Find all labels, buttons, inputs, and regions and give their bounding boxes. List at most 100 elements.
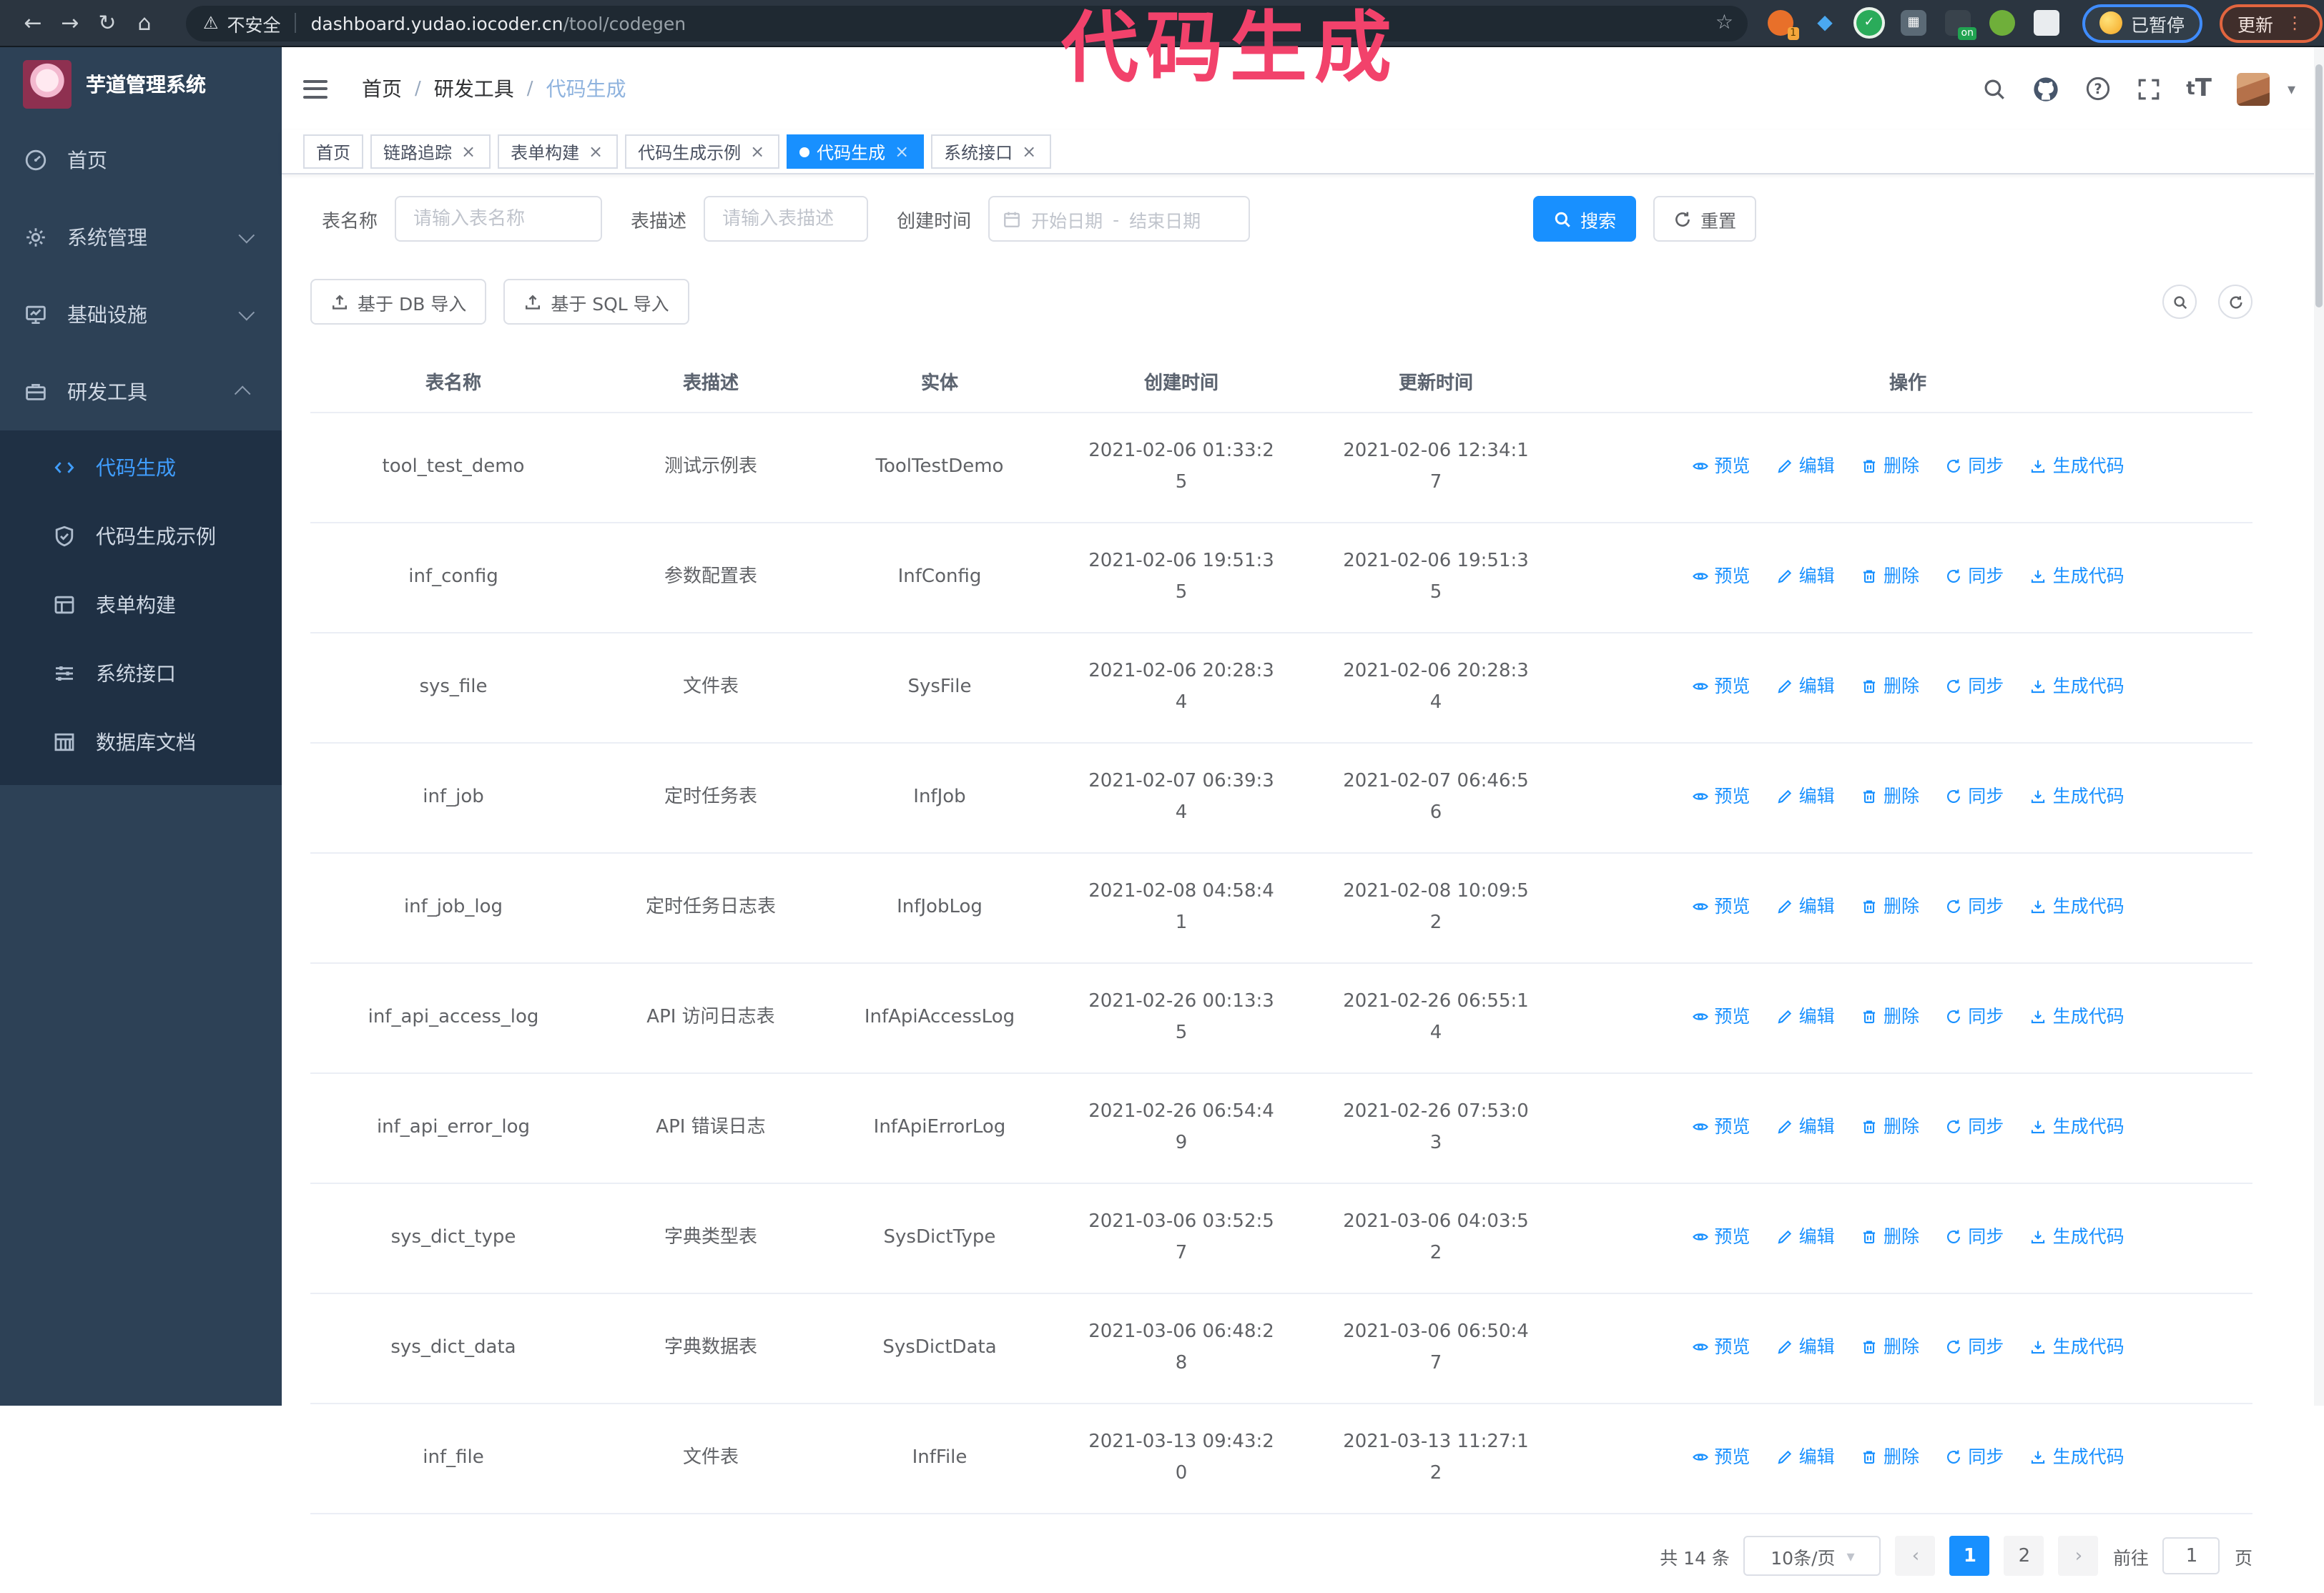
sync-button[interactable]: 同步 <box>1945 780 2004 812</box>
tab-form-builder[interactable]: 表单构建 <box>498 134 619 169</box>
sidebar-item-dev-tools[interactable]: 研发工具 <box>0 353 282 430</box>
sync-button[interactable]: 同步 <box>1945 1110 2004 1142</box>
page-2-button[interactable]: 2 <box>2004 1536 2044 1576</box>
table-desc-input[interactable] <box>704 196 869 242</box>
delete-button[interactable]: 删除 <box>1861 1220 1919 1252</box>
reload-icon[interactable]: ↻ <box>89 10 126 36</box>
bookmark-star-icon[interactable]: ☆ <box>1715 11 1733 34</box>
table-name-input[interactable] <box>395 196 603 242</box>
tab-home[interactable]: 首页 <box>303 134 364 169</box>
preview-button[interactable]: 预览 <box>1691 1441 1750 1472</box>
delete-button[interactable]: 删除 <box>1861 1331 1919 1362</box>
person-extension-icon[interactable] <box>1989 10 2015 36</box>
menu-fold-icon[interactable] <box>303 79 328 98</box>
forward-icon[interactable]: → <box>51 10 89 36</box>
generate-code-button[interactable]: 生成代码 <box>2030 560 2124 591</box>
import-db-button[interactable]: 基于 DB 导入 <box>310 279 487 325</box>
proxy-extension-icon[interactable]: on <box>1945 10 1976 40</box>
sync-button[interactable]: 同步 <box>1945 1441 2004 1472</box>
preview-button[interactable]: 预览 <box>1691 1000 1750 1032</box>
delete-button[interactable]: 删除 <box>1861 450 1919 481</box>
sync-button[interactable]: 同步 <box>1945 1220 2004 1252</box>
delete-button[interactable]: 删除 <box>1861 780 1919 812</box>
github-icon[interactable] <box>2032 75 2059 102</box>
edit-button[interactable]: 编辑 <box>1776 780 1835 812</box>
grid-extension-icon[interactable]: ▦ <box>1901 10 1926 36</box>
browser-profile-chip[interactable]: 已暂停 <box>2082 4 2202 42</box>
sidebar-logo-row[interactable]: 芋道管理系统 <box>0 47 282 122</box>
home-icon[interactable]: ⌂ <box>126 10 163 36</box>
preview-button[interactable]: 预览 <box>1691 670 1750 701</box>
tab-tracing[interactable]: 链路追踪 <box>370 134 491 169</box>
generate-code-button[interactable]: 生成代码 <box>2030 1441 2124 1472</box>
help-icon[interactable]: ? <box>2084 76 2110 102</box>
delete-button[interactable]: 删除 <box>1861 670 1919 701</box>
goto-page-input[interactable] <box>2162 1537 2220 1574</box>
generate-code-button[interactable]: 生成代码 <box>2030 670 2124 701</box>
edit-button[interactable]: 编辑 <box>1776 1000 1835 1032</box>
sidebar-item-form-builder[interactable]: 表单构建 <box>0 571 282 639</box>
edit-button[interactable]: 编辑 <box>1776 890 1835 922</box>
generate-code-button[interactable]: 生成代码 <box>2030 1220 2124 1252</box>
sidebar-item-system-api[interactable]: 系统接口 <box>0 639 282 708</box>
edit-button[interactable]: 编辑 <box>1776 450 1835 481</box>
font-size-icon[interactable]: tT <box>2186 74 2212 103</box>
generate-code-button[interactable]: 生成代码 <box>2030 1110 2124 1142</box>
sync-button[interactable]: 同步 <box>1945 1000 2004 1032</box>
preview-button[interactable]: 预览 <box>1691 1110 1750 1142</box>
sidebar-item-db-doc[interactable]: 数据库文档 <box>0 708 282 776</box>
edit-button[interactable]: 编辑 <box>1776 1331 1835 1362</box>
search-icon[interactable] <box>1981 77 2006 101</box>
generate-code-button[interactable]: 生成代码 <box>2030 780 2124 812</box>
edit-button[interactable]: 编辑 <box>1776 1441 1835 1472</box>
generate-code-button[interactable]: 生成代码 <box>2030 890 2124 922</box>
refresh-table-button[interactable] <box>2218 285 2252 319</box>
sync-button[interactable]: 同步 <box>1945 890 2004 922</box>
search-button[interactable]: 搜索 <box>1533 196 1637 242</box>
page-size-select[interactable]: 10条/页 ▾ <box>1743 1536 1881 1576</box>
browser-update-button[interactable]: 更新 ⋮ <box>2219 4 2323 42</box>
caret-down-icon[interactable]: ▾ <box>2288 79 2295 98</box>
close-icon[interactable] <box>892 142 911 161</box>
sidebar-item-codegen-example[interactable]: 代码生成示例 <box>0 502 282 571</box>
tab-codegen-example[interactable]: 代码生成示例 <box>625 134 780 169</box>
preview-button[interactable]: 预览 <box>1691 890 1750 922</box>
user-avatar[interactable] <box>2237 72 2270 105</box>
delete-button[interactable]: 删除 <box>1861 890 1919 922</box>
breadcrumb-dev-tools[interactable]: 研发工具 <box>434 74 514 103</box>
sync-button[interactable]: 同步 <box>1945 670 2004 701</box>
back-icon[interactable]: ← <box>14 10 51 36</box>
scrollbar-thumb[interactable] <box>2315 64 2323 307</box>
sidebar-item-codegen[interactable]: 代码生成 <box>0 433 282 502</box>
prev-page-button[interactable]: ‹ <box>1895 1536 1936 1576</box>
preview-button[interactable]: 预览 <box>1691 560 1750 591</box>
page-1-button[interactable]: 1 <box>1949 1536 1990 1576</box>
edit-button[interactable]: 编辑 <box>1776 1110 1835 1142</box>
edit-button[interactable]: 编辑 <box>1776 670 1835 701</box>
sidebar-item-infrastructure[interactable]: 基础设施 <box>0 276 282 353</box>
reset-button[interactable]: 重置 <box>1653 196 1757 242</box>
tab-codegen[interactable]: 代码生成 <box>787 134 925 169</box>
import-sql-button[interactable]: 基于 SQL 导入 <box>503 279 689 325</box>
generate-code-button[interactable]: 生成代码 <box>2030 1000 2124 1032</box>
delete-button[interactable]: 删除 <box>1861 1441 1919 1472</box>
edit-button[interactable]: 编辑 <box>1776 560 1835 591</box>
date-range-picker[interactable]: 开始日期 - 结束日期 <box>988 196 1251 242</box>
fullscreen-icon[interactable] <box>2136 77 2160 101</box>
check-extension-icon[interactable]: ✓ <box>1856 10 1882 36</box>
delete-button[interactable]: 删除 <box>1861 1000 1919 1032</box>
generate-code-button[interactable]: 生成代码 <box>2030 1331 2124 1362</box>
delete-button[interactable]: 删除 <box>1861 560 1919 591</box>
sidebar-item-home[interactable]: 首页 <box>0 122 282 199</box>
generate-code-button[interactable]: 生成代码 <box>2030 450 2124 481</box>
puzzle-extensions-icon[interactable] <box>2034 10 2059 36</box>
tab-system-api[interactable]: 系统接口 <box>931 134 1052 169</box>
delete-button[interactable]: 删除 <box>1861 1110 1919 1142</box>
extension-icon[interactable]: 1 <box>1768 10 1799 40</box>
preview-button[interactable]: 预览 <box>1691 1220 1750 1252</box>
toggle-search-button[interactable] <box>2162 285 2197 319</box>
kebab-menu-icon[interactable]: ⋮ <box>2286 13 2303 33</box>
breadcrumb-home[interactable]: 首页 <box>362 74 402 103</box>
sync-button[interactable]: 同步 <box>1945 1331 2004 1362</box>
close-icon[interactable] <box>586 142 605 161</box>
